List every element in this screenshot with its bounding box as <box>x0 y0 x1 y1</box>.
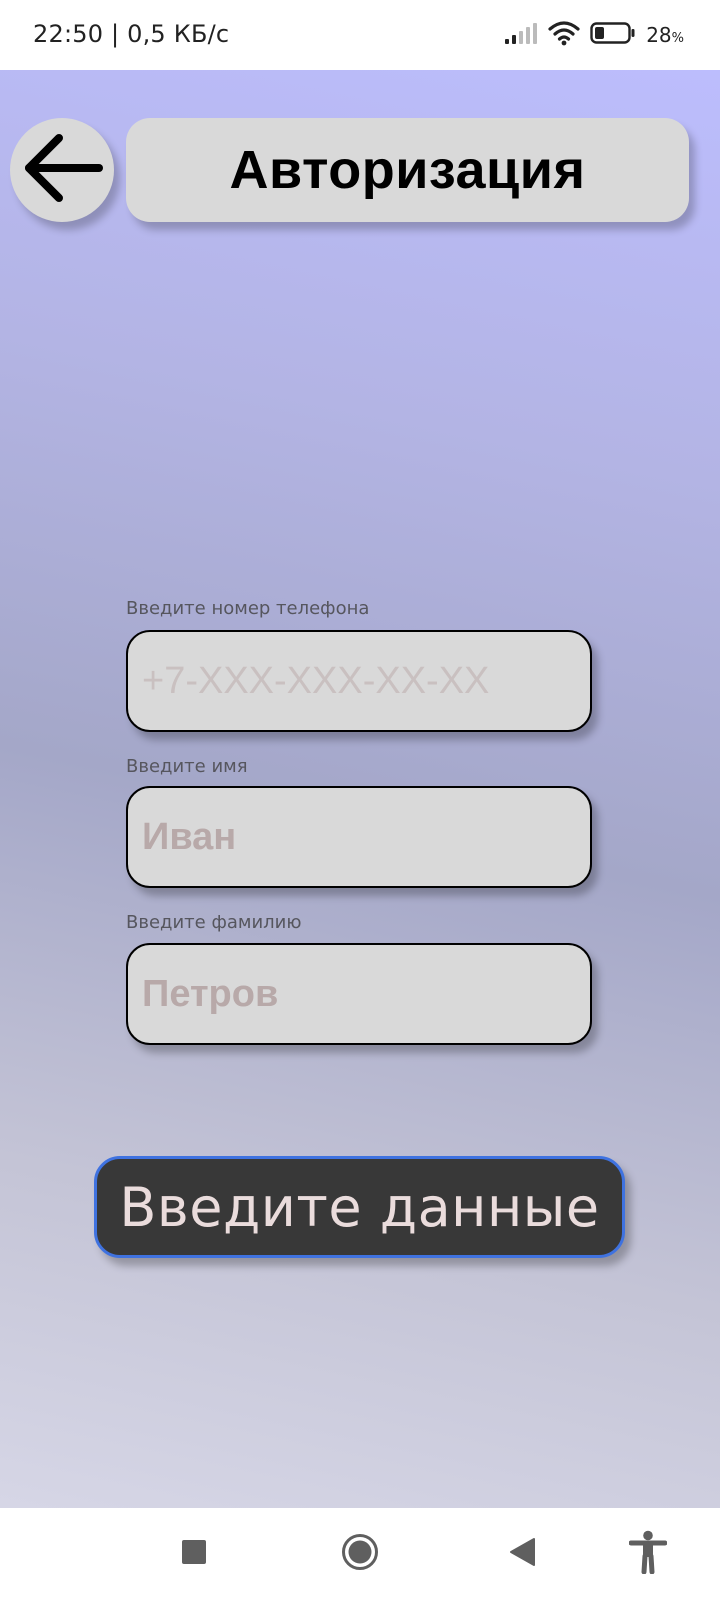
back-button[interactable] <box>10 118 114 222</box>
page-title: Авторизация <box>229 140 586 200</box>
recents-button[interactable] <box>168 1528 220 1580</box>
accessibility-button[interactable] <box>622 1528 674 1580</box>
signal-icon <box>504 22 538 49</box>
phone-input[interactable] <box>128 632 590 730</box>
submit-button[interactable]: Введите данные <box>94 1156 625 1258</box>
arrow-left-icon <box>19 130 105 211</box>
phone-field-label: Введите номер телефона <box>126 598 370 619</box>
back-triangle-icon <box>508 1537 536 1572</box>
accessibility-icon <box>628 1530 668 1579</box>
home-circle-icon <box>341 1533 379 1576</box>
status-bar: 22:50 | 0,5 КБ/с 28% <box>0 0 720 70</box>
wifi-icon <box>548 20 580 51</box>
last-name-field <box>126 943 592 1045</box>
navigation-bar <box>0 1508 720 1600</box>
last-name-input[interactable] <box>128 945 590 1043</box>
battery-icon <box>590 21 636 50</box>
phone-field <box>126 630 592 732</box>
recents-square-icon <box>181 1539 207 1570</box>
system-back-button[interactable] <box>496 1528 548 1580</box>
status-icons: 28% <box>504 18 684 52</box>
first-name-field-label: Введите имя <box>126 756 248 777</box>
first-name-field <box>126 786 592 888</box>
home-button[interactable] <box>334 1528 386 1580</box>
status-time-speed: 22:50 | 0,5 КБ/с <box>33 20 230 48</box>
battery-percent: 28% <box>646 23 684 47</box>
battery-percent-unit: % <box>671 31 684 46</box>
submit-button-label: Введите данные <box>119 1175 600 1239</box>
last-name-field-label: Введите фамилию <box>126 912 302 933</box>
title-box: Авторизация <box>126 118 689 222</box>
first-name-input[interactable] <box>128 788 590 886</box>
phone-screen: 22:50 | 0,5 КБ/с 28% Авторизация Введите… <box>0 0 720 1600</box>
battery-percent-value: 28 <box>646 23 672 47</box>
app-content: Авторизация Введите номер телефона Введи… <box>0 70 720 1508</box>
